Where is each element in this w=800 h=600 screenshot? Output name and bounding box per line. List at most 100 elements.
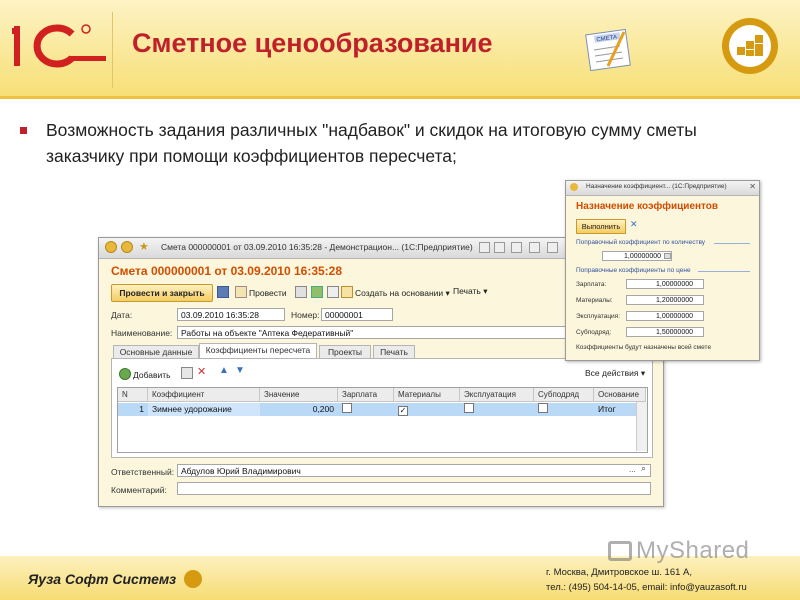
report-icon[interactable] (311, 286, 325, 298)
table-row-value[interactable]: 0,200 (260, 403, 338, 416)
date-label: Дата: (111, 310, 133, 320)
slide-title: Сметное ценообразование (132, 28, 493, 58)
name-label: Наименование: (111, 328, 173, 338)
favorite-star-icon[interactable]: ★ (139, 240, 149, 253)
save-icon[interactable] (217, 286, 231, 298)
dropdown-icon[interactable] (121, 241, 133, 253)
number-label: Номер: (291, 310, 320, 320)
watermark-logo-icon (608, 541, 632, 561)
bullet-marker (20, 127, 27, 134)
create-basis-label: Создать на основании (355, 288, 444, 298)
print-label: Печать (453, 286, 481, 296)
document-title: Смета 000000001 от 03.09.2010 16:35:28 (111, 264, 343, 278)
column-header-n[interactable]: N (118, 388, 148, 402)
header-divider (0, 96, 800, 99)
section-divider (698, 271, 750, 272)
column-header-materials[interactable]: Материалы (394, 388, 460, 402)
dialog-app-icon (570, 183, 578, 191)
table-row-exploitation-checkbox[interactable] (460, 403, 534, 416)
create-basis-button[interactable]: Создать на основании ▾ (341, 286, 450, 299)
dialog-title: Назначение коэффициентов (576, 201, 719, 212)
window-title: Смета 000000001 от 03.09.2010 16:35:28 -… (161, 242, 473, 252)
dialog-titlebar: Назначение коэффициент... (1С:Предприяти… (566, 181, 759, 196)
coefficient-dialog: Назначение коэффициент... (1С:Предприяти… (565, 180, 760, 361)
delete-row-icon[interactable]: ✕ (197, 365, 206, 378)
dialog-close-icon[interactable]: ✕ (749, 182, 756, 191)
footer-contacts: г. Москва, Дмитровское ш. 161 А, тел.: (… (546, 565, 747, 595)
move-up-icon[interactable]: ▲ (219, 365, 229, 376)
responsible-field[interactable]: Абдулов Юрий Владимирович (177, 464, 651, 477)
footer-brand: Яуза Софт Системз (28, 570, 203, 588)
print-button[interactable]: Печать ▾ (453, 286, 488, 297)
structure-icon[interactable] (295, 286, 309, 298)
salary-coefficient-field[interactable]: 1,00000000 (626, 279, 704, 289)
column-header-basis[interactable]: Основание (594, 388, 646, 402)
number-field[interactable]: 00000001 (321, 308, 393, 321)
footer-phone-email: тел.: (495) 504-14-05, email: info@yauza… (546, 582, 747, 593)
search-icon[interactable]: ⌕ (641, 463, 646, 474)
post-and-close-button[interactable]: Провести и закрыть (111, 284, 213, 302)
dialog-window-title: Назначение коэффициент... (1С:Предприяти… (586, 183, 727, 190)
cancel-icon[interactable]: ✕ (630, 219, 638, 230)
table-row-n[interactable]: 1 (118, 403, 148, 416)
tab-coefficients[interactable]: Коэффициенты пересчета (199, 343, 317, 359)
calendar-icon[interactable] (529, 242, 540, 253)
qty-section-label: Поправочный коэффициент по количеству (576, 239, 706, 246)
subcontract-label: Субподряд: (576, 329, 612, 336)
subcontract-coefficient-field[interactable]: 1,50000000 (626, 327, 704, 337)
logo-separator (112, 12, 113, 88)
price-section-label: Поправочные коэффициенты по цене (576, 267, 691, 274)
add-row-button[interactable]: Добавить (119, 368, 171, 380)
run-button[interactable]: Выполнить (576, 219, 626, 234)
exploitation-coefficient-field[interactable]: 1,00000000 (626, 311, 704, 321)
footer-brand-text: Яуза Софт Системз (28, 571, 177, 587)
column-header-coefficient[interactable]: Коэффициент (148, 388, 260, 402)
all-actions-label: Все действия (585, 368, 639, 378)
table-row-subcontract-checkbox[interactable] (534, 403, 594, 416)
column-header-salary[interactable]: Зарплата (338, 388, 394, 402)
qty-coefficient-field[interactable]: 1,00000000 (602, 251, 672, 261)
table-row-materials-checkbox[interactable]: ✓ (394, 403, 460, 416)
date-field[interactable]: 03.09.2010 16:35:28 (177, 308, 285, 321)
all-actions-button[interactable]: Все действия ▾ (585, 368, 645, 379)
post-label: Провести (249, 288, 287, 298)
responsible-label: Ответственный: (111, 467, 175, 477)
table-row-coefficient[interactable]: Зимнее удорожание (148, 403, 260, 416)
column-header-subcontract[interactable]: Субподряд (534, 388, 594, 402)
favorites-add-icon[interactable] (494, 242, 505, 253)
tab-main-data[interactable]: Основные данные (113, 345, 199, 359)
post-button[interactable]: Провести (235, 286, 287, 298)
list-icon[interactable] (327, 286, 341, 298)
estimate-document-icon: СМЕТА (585, 28, 631, 72)
footer-address: г. Москва, Дмитровское ш. 161 А, (546, 567, 693, 578)
move-down-icon[interactable]: ▼ (235, 365, 245, 376)
materials-label: Материалы: (576, 297, 613, 304)
materials-coefficient-field[interactable]: 1,20000000 (626, 295, 704, 305)
comment-field[interactable] (177, 482, 651, 495)
column-header-exploitation[interactable]: Эксплуатация (460, 388, 534, 402)
copy-row-icon[interactable] (181, 367, 195, 379)
exploitation-label: Эксплуатация: (576, 313, 620, 320)
restore-icon[interactable] (511, 242, 522, 253)
add-label: Добавить (133, 370, 171, 380)
calc-icon[interactable] (547, 242, 558, 253)
dialog-note: Коэффициенты будут назначены всей смете (576, 344, 712, 351)
tab-projects[interactable]: Проекты (319, 345, 371, 359)
corporate-emblem-icon (722, 18, 778, 74)
salary-label: Зарплата: (576, 281, 607, 288)
brand-logo-icon (184, 570, 203, 588)
calculator-icon[interactable] (664, 253, 671, 259)
section-divider (714, 243, 750, 244)
bullet-text: Возможность задания различных "надбавок"… (46, 120, 697, 166)
name-field[interactable]: Работы на объекте "Аптека Федеративный" (177, 326, 569, 339)
back-icon[interactable] (105, 241, 117, 253)
table-scrollbar[interactable] (636, 402, 647, 451)
select-ellipsis-icon[interactable]: ... (629, 465, 636, 474)
1c-logo-icon (12, 24, 106, 68)
link-icon[interactable] (479, 242, 490, 253)
column-header-value[interactable]: Значение (260, 388, 338, 402)
table-row-salary-checkbox[interactable] (338, 403, 394, 416)
watermark: MyShared (608, 537, 749, 565)
comment-label: Комментарий: (111, 485, 167, 495)
tab-print[interactable]: Печать (373, 345, 415, 359)
